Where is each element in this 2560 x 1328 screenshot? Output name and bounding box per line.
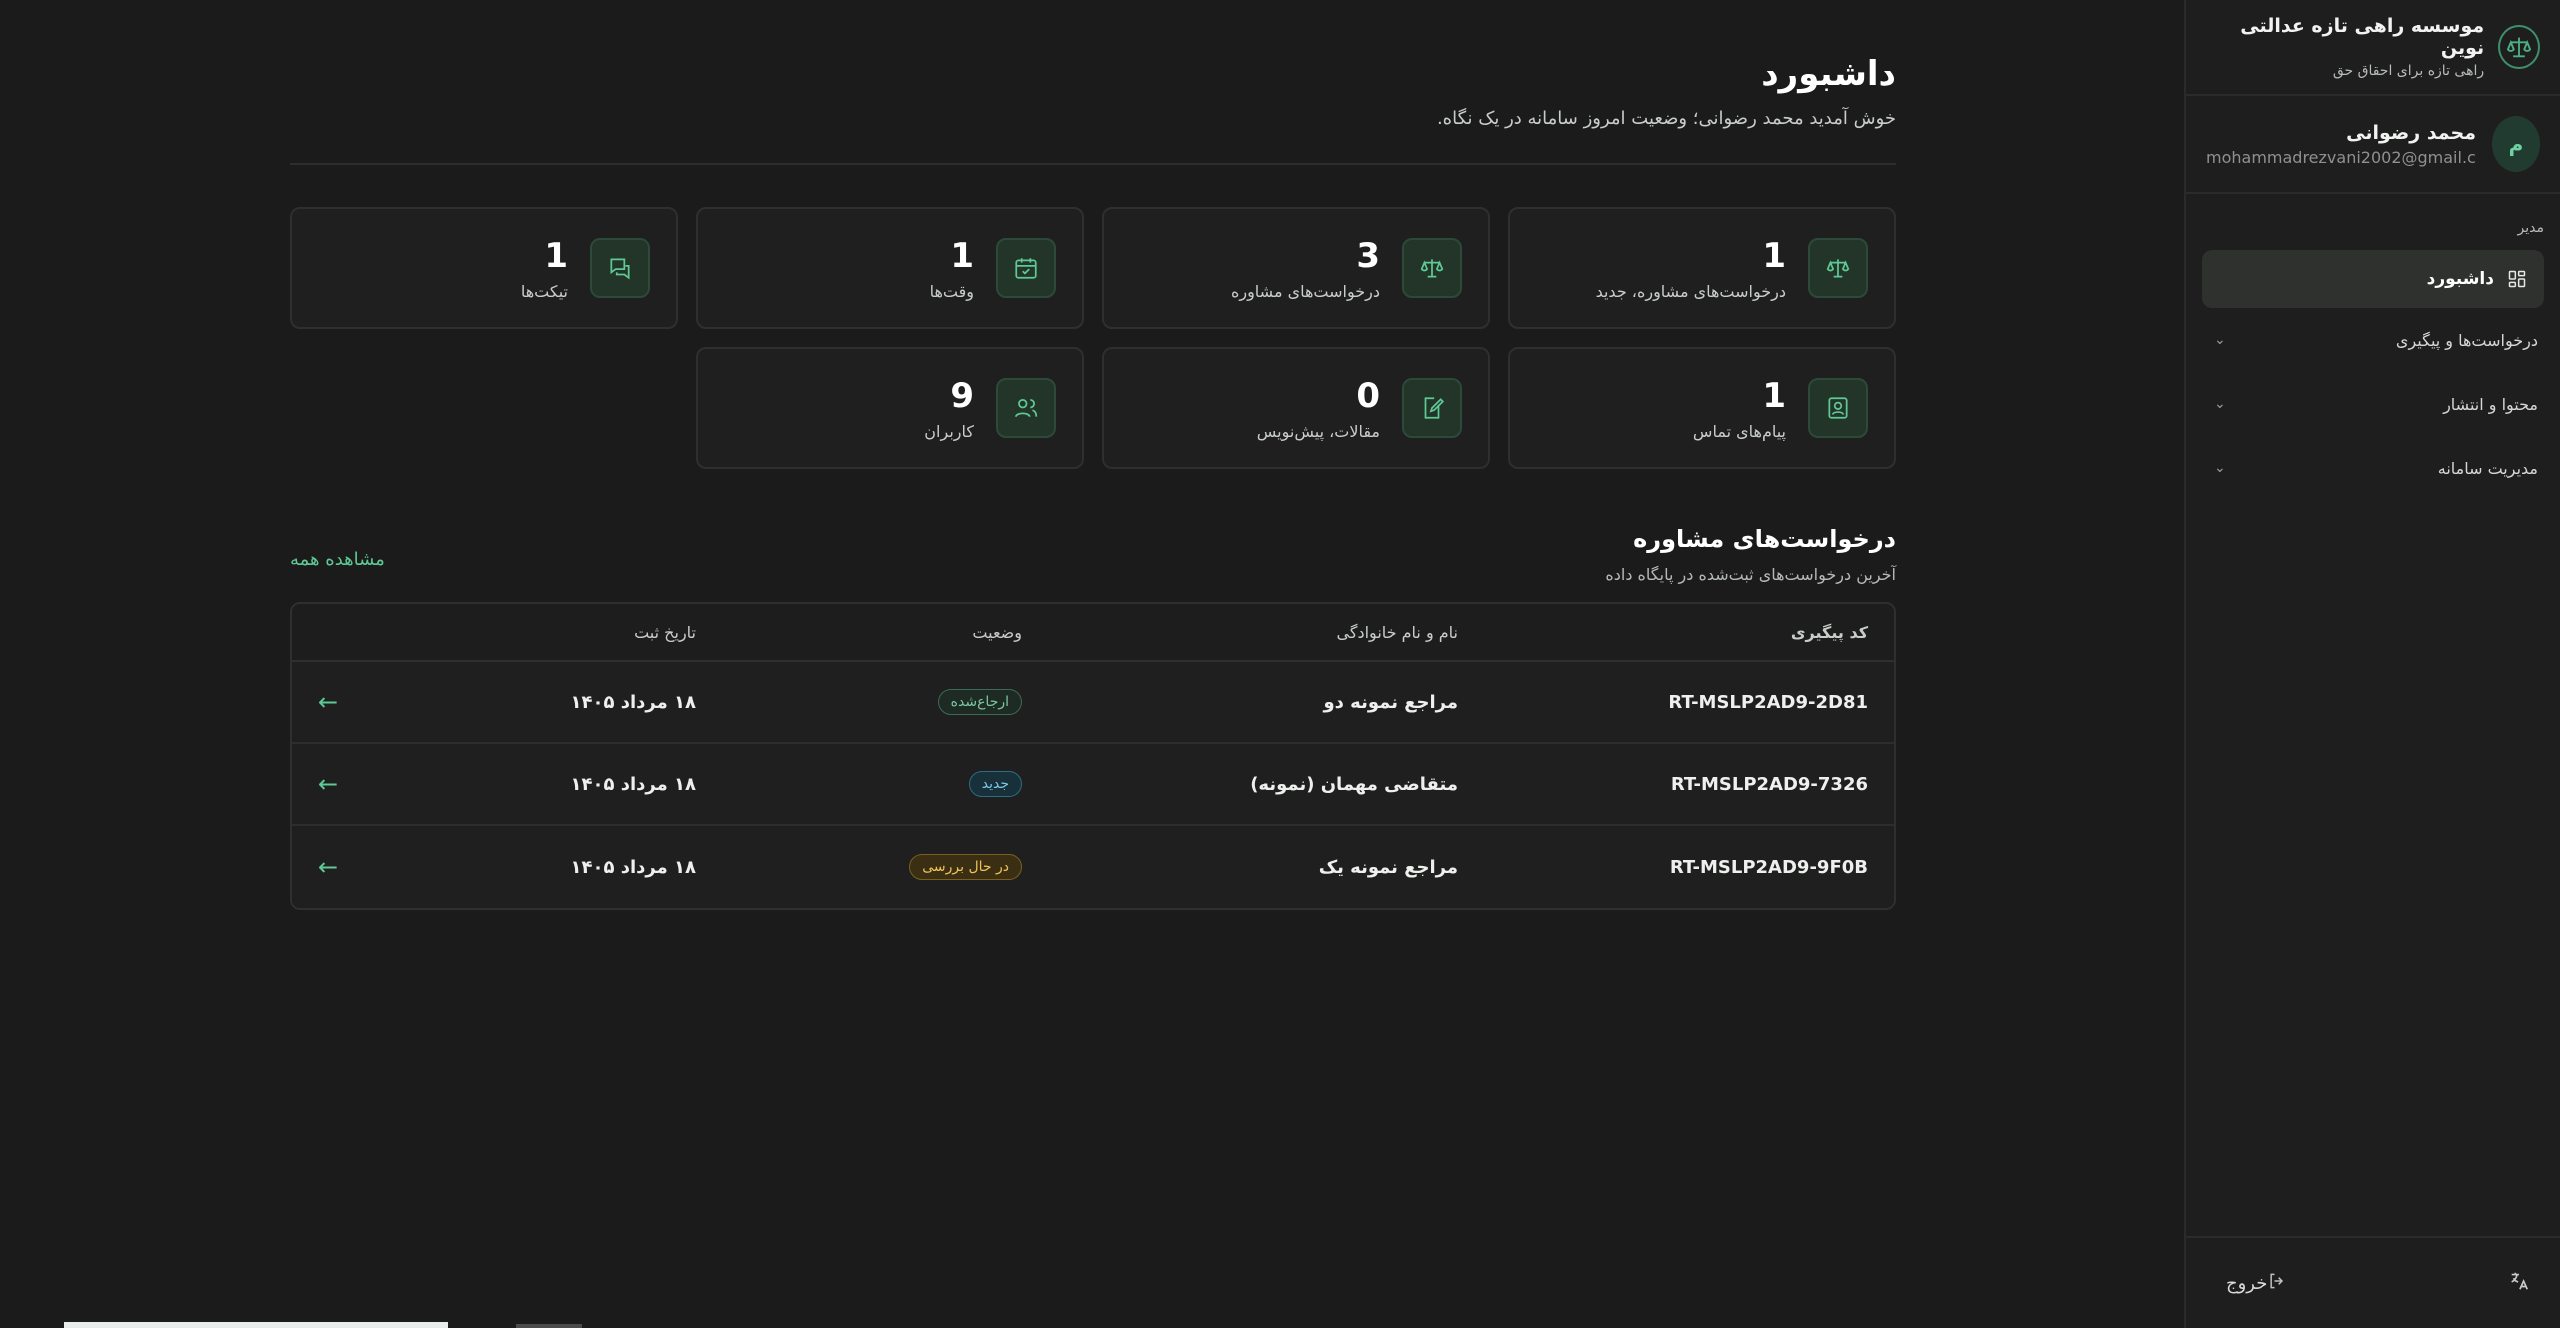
stat-label: مقالات، پیش‌نویس: [1256, 421, 1380, 441]
stat-value: 3: [1356, 235, 1380, 276]
translate-icon[interactable]: [2508, 1270, 2530, 1297]
stat-card-consultations[interactable]: 3 درخواست‌های مشاوره: [1102, 207, 1490, 329]
submission-date: ۱۸ مرداد ۱۴۰۵: [570, 773, 696, 795]
arrow-left-icon[interactable]: ←: [318, 853, 370, 881]
users-icon: [996, 378, 1056, 438]
logout-button[interactable]: خروج: [2226, 1271, 2297, 1296]
client-name: متقاضی مهمان (نمونه): [1250, 773, 1458, 795]
brand-subtitle: راهی تازه برای احقاق حق: [2332, 63, 2485, 79]
stat-value: 1: [950, 235, 974, 276]
brand: موسسه راهی تازه عدالتی نوین راهی تازه بر…: [2186, 0, 2560, 96]
requests-section-header: درخواست‌های مشاوره آخرین درخواست‌های ثبت…: [290, 525, 1896, 584]
stat-card-tickets[interactable]: 1 تیکت‌ها: [290, 207, 678, 329]
arrow-left-icon[interactable]: ←: [318, 770, 370, 798]
stat-value: 1: [1762, 235, 1786, 276]
logout-label: خروج: [2226, 1272, 2268, 1294]
stat-value: 1: [544, 235, 568, 276]
submission-date: ۱۸ مرداد ۱۴۰۵: [570, 856, 696, 878]
tracking-code: RT-MSLP2AD9-7326: [1670, 773, 1868, 795]
sidebar: موسسه راهی تازه عدالتی نوین راهی تازه بر…: [2184, 0, 2560, 1328]
brand-logo-icon: [2498, 25, 2540, 69]
table-row[interactable]: RT-MSLP2AD9-9F0B مراجع نمونه یک در حال ب…: [292, 826, 1894, 908]
stat-label: پیام‌های تماس: [1692, 421, 1786, 441]
scrollbar-thumb[interactable]: [64, 1322, 448, 1328]
user-profile[interactable]: م محمد رضوانی mohammadrezvani2002@gmail.…: [2186, 96, 2560, 194]
stat-card-draft-articles[interactable]: 0 مقالات، پیش‌نویس: [1102, 347, 1490, 469]
role-label: مدیر: [2517, 220, 2544, 236]
stat-label: درخواست‌های مشاوره: [1230, 281, 1380, 301]
sidebar-item-label: داشبورد: [2426, 269, 2494, 289]
chat-icon: [590, 238, 650, 298]
sidebar-group-content[interactable]: محتوا و انتشار ⌄: [2202, 372, 2544, 436]
page-title: داشبورد: [1761, 54, 1896, 94]
chevron-down-icon: ⌄: [2214, 396, 2226, 412]
column-header: نام و نام خانوادگی: [1336, 622, 1458, 642]
requests-table: کد پیگیری نام و نام خانوادگی وضعیت تاریخ…: [290, 602, 1896, 910]
sidebar-footer: خروج: [2186, 1236, 2560, 1328]
logout-icon: [2267, 1271, 2287, 1296]
stat-label: وقت‌ها: [929, 281, 974, 301]
divider: [290, 163, 1896, 165]
stat-label: کاربران: [924, 421, 974, 441]
scales-icon: [1808, 238, 1868, 298]
stat-card-contact-messages[interactable]: 1 پیام‌های تماس: [1508, 347, 1896, 469]
sidebar-group-label: مدیریت سامانه: [2437, 458, 2538, 478]
stat-label: درخواست‌های مشاوره، جدید: [1595, 281, 1786, 301]
sidebar-item-dashboard[interactable]: داشبورد: [2202, 250, 2544, 308]
submission-date: ۱۸ مرداد ۱۴۰۵: [570, 691, 696, 713]
see-all-link[interactable]: مشاهده همه: [290, 549, 385, 570]
client-name: مراجع نمونه دو: [1323, 691, 1458, 713]
stat-label: تیکت‌ها: [520, 281, 568, 301]
stat-card-users[interactable]: 9 کاربران: [696, 347, 1084, 469]
arrow-left-icon[interactable]: ←: [318, 688, 370, 716]
user-email: mohammadrezvani2002@gmail.co...: [2206, 147, 2476, 167]
table-header: کد پیگیری نام و نام خانوادگی وضعیت تاریخ…: [292, 604, 1894, 662]
section-subtitle: آخرین درخواست‌های ثبت‌شده در پایگاه داده: [1605, 565, 1896, 584]
stat-card-appointments[interactable]: 1 وقت‌ها: [696, 207, 1084, 329]
tracking-code: RT-MSLP2AD9-9F0B: [1669, 856, 1868, 878]
avatar: م: [2492, 116, 2540, 172]
stats-grid: 1 درخواست‌های مشاوره، جدید 3 درخواست‌های…: [290, 207, 1896, 469]
contact-icon: [1808, 378, 1868, 438]
user-name: محمد رضوانی: [2346, 121, 2476, 144]
table-row[interactable]: RT-MSLP2AD9-2D81 مراجع نمونه دو ارجاع‌شد…: [292, 662, 1894, 744]
edit-icon: [1402, 378, 1462, 438]
status-badge: ارجاع‌شده: [937, 689, 1022, 715]
sidebar-group-requests[interactable]: درخواست‌ها و پیگیری ⌄: [2202, 308, 2544, 372]
section-title: درخواست‌های مشاوره: [1633, 525, 1896, 553]
stat-card-new-consultations[interactable]: 1 درخواست‌های مشاوره، جدید: [1508, 207, 1896, 329]
sidebar-group-label: محتوا و انتشار: [2443, 394, 2538, 414]
scales-icon: [1402, 238, 1462, 298]
sidebar-group-label: درخواست‌ها و پیگیری: [2395, 330, 2538, 350]
client-name: مراجع نمونه یک: [1318, 856, 1458, 878]
brand-title: موسسه راهی تازه عدالتی نوین: [2240, 15, 2485, 59]
status-badge: جدید: [968, 771, 1022, 797]
main-content: داشبورد خوش آمدید محمد رضوانی؛ وضعیت امر…: [290, 0, 1896, 910]
column-header: کد پیگیری: [1790, 622, 1868, 642]
tracking-code: RT-MSLP2AD9-2D81: [1668, 691, 1868, 713]
column-header: وضعیت: [972, 622, 1022, 642]
sidebar-group-system[interactable]: مدیریت سامانه ⌄: [2202, 436, 2544, 500]
dashboard-icon: [2506, 268, 2528, 290]
status-badge: در حال بررسی: [909, 854, 1022, 880]
chevron-down-icon: ⌄: [2214, 332, 2226, 348]
table-row[interactable]: RT-MSLP2AD9-7326 متقاضی مهمان (نمونه) جد…: [292, 744, 1894, 826]
scrollbar-marker: [516, 1324, 582, 1328]
calendar-icon: [996, 238, 1056, 298]
page-subtitle: خوش آمدید محمد رضوانی؛ وضعیت امروز سامان…: [1436, 108, 1896, 129]
column-header: تاریخ ثبت: [634, 622, 696, 642]
stat-value: 9: [950, 375, 974, 416]
chevron-down-icon: ⌄: [2214, 460, 2226, 476]
stat-value: 0: [1356, 375, 1380, 416]
app-root: موسسه راهی تازه عدالتی نوین راهی تازه بر…: [0, 0, 2560, 1328]
stat-value: 1: [1762, 375, 1786, 416]
